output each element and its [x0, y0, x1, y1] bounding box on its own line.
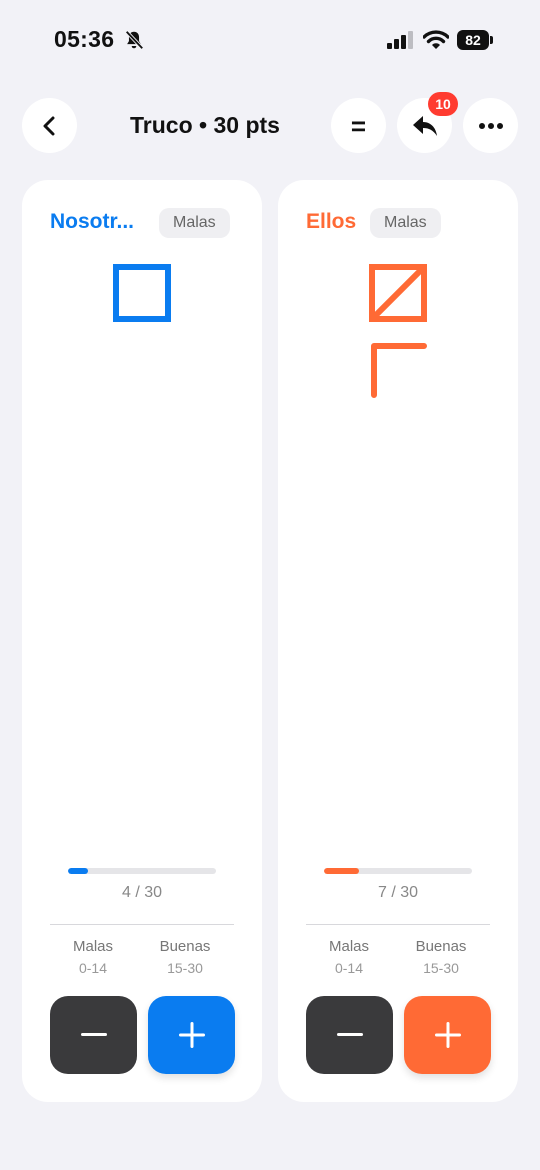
status-bar: 05:36 82: [0, 0, 540, 80]
wifi-icon: [423, 30, 449, 49]
cellular-signal-icon: [387, 31, 413, 49]
tie-button[interactable]: =: [331, 98, 386, 153]
score-text: 4 / 30: [121, 884, 163, 901]
chevron-left-icon: [43, 116, 54, 135]
decrement-button[interactable]: [306, 996, 393, 1074]
more-options-button[interactable]: [463, 98, 518, 153]
bell-muted-icon: [125, 30, 144, 50]
progress-fill: [68, 868, 88, 874]
score-text: 7 / 30: [377, 884, 419, 901]
plus-icon: [434, 1022, 461, 1048]
range-buenas: Buenas 15-30: [395, 938, 487, 976]
range-buenas: Buenas 15-30: [139, 938, 231, 976]
range-malas: Malas 0-14: [47, 938, 139, 976]
range-label: Malas: [72, 938, 113, 955]
battery-tip: [490, 36, 493, 44]
tally-square: [113, 264, 171, 322]
status-time: 05:36: [54, 26, 115, 52]
minus-icon: [80, 1033, 107, 1036]
equal-icon: =: [350, 110, 367, 141]
decrement-button[interactable]: [50, 996, 137, 1074]
team-card-nosotros: Nosotr... Malas 4 / 30 Malas 0-14 Buenas…: [22, 180, 262, 1102]
range-label: Malas: [328, 938, 369, 955]
tally-marks[interactable]: [278, 180, 518, 780]
range-malas: Malas 0-14: [303, 938, 395, 976]
divider: [306, 924, 490, 925]
undo-arrow-icon: [412, 115, 437, 136]
range-value: 0-14: [78, 960, 108, 976]
progress-track: [68, 868, 216, 874]
progress-track: [324, 868, 472, 874]
range-value: 15-30: [167, 960, 203, 976]
range-label: Buenas: [415, 938, 467, 955]
divider: [50, 924, 234, 925]
tally-marks[interactable]: [22, 180, 262, 780]
increment-button[interactable]: [404, 996, 491, 1074]
battery-level: 82: [465, 32, 481, 48]
page-title: Truco • 30 pts: [130, 112, 280, 138]
range-value: 15-30: [423, 960, 459, 976]
increment-button[interactable]: [148, 996, 235, 1074]
battery-icon: 82: [457, 30, 489, 50]
team-card-ellos: Ellos Malas 7 / 30 Malas 0-14 Buenas 15-…: [278, 180, 518, 1102]
range-label: Buenas: [159, 938, 211, 955]
tally-partial: [371, 343, 427, 398]
back-button[interactable]: [22, 98, 77, 153]
minus-icon: [336, 1033, 363, 1036]
tally-diagonal: [372, 267, 424, 319]
plus-icon: [178, 1022, 205, 1048]
ellipsis-icon: [478, 122, 503, 129]
undo-count-badge: 10: [428, 92, 458, 116]
range-value: 0-14: [334, 960, 364, 976]
progress-fill: [324, 868, 359, 874]
